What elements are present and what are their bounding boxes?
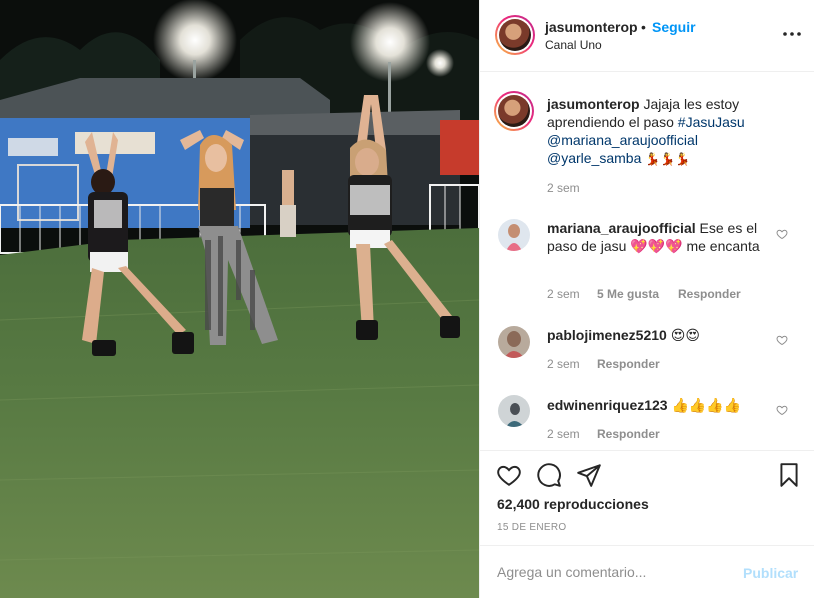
- bookmark-icon[interactable]: [776, 462, 802, 488]
- add-comment-bar: Publicar: [480, 545, 814, 598]
- reply-button[interactable]: Responder: [597, 357, 660, 371]
- comment-icon[interactable]: [536, 462, 562, 488]
- author-avatar[interactable]: [495, 15, 535, 55]
- follow-button[interactable]: Seguir: [652, 19, 696, 35]
- comment-time[interactable]: 2 sem: [547, 357, 580, 371]
- comment-item: mariana_araujoofficial Ese es el paso de…: [547, 219, 767, 255]
- comment-like-heart-icon[interactable]: [776, 404, 788, 416]
- comment-username[interactable]: pablojimenez5210: [547, 327, 667, 343]
- location-link[interactable]: Canal Uno: [545, 38, 602, 52]
- post-actions: 62,400 reproducciones 15 DE ENERO: [480, 450, 814, 545]
- commenter-avatar[interactable]: [498, 395, 530, 427]
- caption-username[interactable]: jasumonterop: [547, 96, 640, 112]
- header-separator: •: [641, 19, 646, 35]
- comment-item: edwinenriquez123 👍👍👍👍: [547, 396, 767, 414]
- comment-text: 👍👍👍👍: [671, 397, 742, 413]
- post-header: jasumonterop • Seguir Canal Uno: [480, 0, 814, 72]
- post-caption: jasumonterop Jajaja les estoy aprendiend…: [547, 95, 802, 168]
- mention-link[interactable]: @yarle_samba: [547, 150, 641, 166]
- publish-button[interactable]: Publicar: [743, 565, 798, 581]
- view-count[interactable]: 62,400 reproducciones: [497, 496, 649, 512]
- reply-button[interactable]: Responder: [597, 427, 660, 441]
- comment-time[interactable]: 2 sem: [547, 287, 580, 301]
- mention-link[interactable]: @mariana_araujoofficial: [547, 132, 698, 148]
- author-username[interactable]: jasumonterop: [545, 19, 638, 35]
- post-details-panel: jasumonterop • Seguir Canal Uno jasumont…: [479, 0, 814, 598]
- comment-like-heart-icon[interactable]: [776, 334, 788, 346]
- caption-time[interactable]: 2 sem: [547, 181, 580, 195]
- hashtag-link[interactable]: #JasuJasu: [678, 114, 745, 130]
- comment-item: pablojimenez5210 😍😍: [547, 326, 767, 344]
- comment-username[interactable]: mariana_araujoofficial: [547, 220, 696, 236]
- post-date[interactable]: 15 DE ENERO: [497, 522, 566, 533]
- comment-input[interactable]: [497, 564, 727, 580]
- comment-text: 😍😍: [670, 327, 700, 343]
- more-horizontal-icon[interactable]: [782, 24, 802, 44]
- comment-like-heart-icon[interactable]: [776, 228, 788, 240]
- comment-time[interactable]: 2 sem: [547, 427, 580, 441]
- caption-emoji: 💃💃💃: [645, 152, 691, 166]
- comment-username[interactable]: edwinenriquez123: [547, 397, 668, 413]
- heart-icon[interactable]: [496, 462, 522, 488]
- caption-avatar[interactable]: [494, 91, 534, 131]
- reply-button[interactable]: Responder: [678, 287, 741, 301]
- share-icon[interactable]: [576, 462, 602, 488]
- video-frame-image: [0, 0, 479, 598]
- comment-likes[interactable]: 5 Me gusta: [597, 287, 659, 301]
- commenter-avatar[interactable]: [498, 326, 530, 358]
- post-video[interactable]: [0, 0, 479, 598]
- commenter-avatar[interactable]: [498, 219, 530, 251]
